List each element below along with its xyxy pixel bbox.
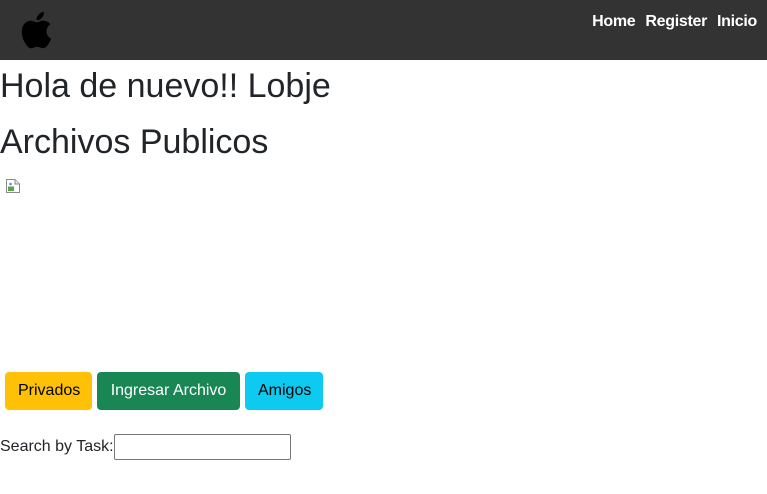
search-row: Search by Task: — [0, 434, 291, 460]
apple-icon[interactable] — [17, 9, 53, 51]
section-title: Archivos Publicos — [0, 123, 269, 161]
nav-inicio-link[interactable]: Inicio — [717, 13, 757, 31]
broken-image-icon — [6, 179, 20, 193]
nav-links: Home Register Inicio — [592, 13, 757, 31]
action-buttons: Privados Ingresar Archivo Amigos — [5, 372, 323, 410]
greeting-heading: Hola de nuevo!! Lobje — [0, 67, 331, 105]
nav-home-link[interactable]: Home — [592, 13, 636, 31]
search-input[interactable] — [113, 434, 291, 460]
nav-register-link[interactable]: Register — [645, 13, 707, 31]
ingresar-archivo-button[interactable]: Ingresar Archivo — [97, 372, 240, 410]
privados-button[interactable]: Privados — [5, 372, 92, 410]
amigos-button[interactable]: Amigos — [245, 372, 323, 410]
search-label: Search by Task: — [0, 438, 114, 455]
top-navbar: Home Register Inicio — [0, 0, 767, 60]
